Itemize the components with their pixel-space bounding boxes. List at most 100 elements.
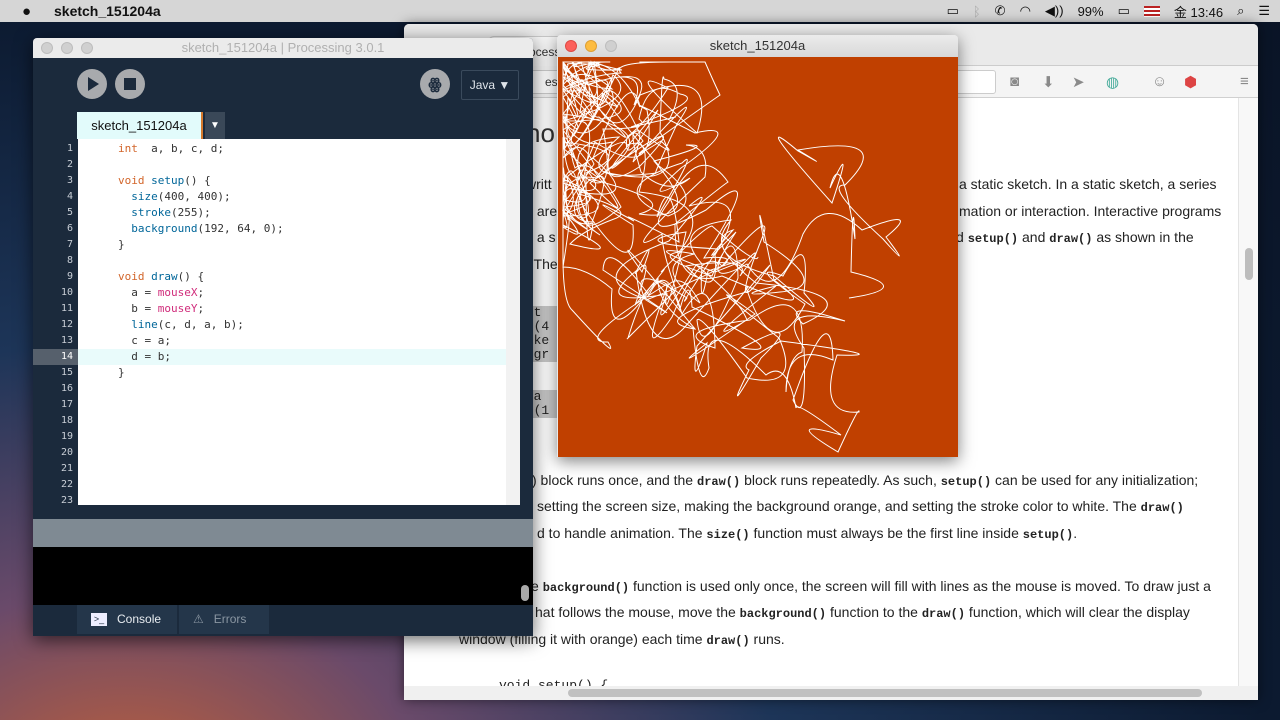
menu-icon[interactable]: ≡: [1240, 73, 1249, 90]
code-token: b =: [118, 302, 158, 315]
code-line[interactable]: }: [78, 365, 506, 381]
sketch-canvas[interactable]: [558, 57, 958, 457]
battery-percent[interactable]: 99%: [1078, 4, 1104, 19]
apple-icon[interactable]: ●: [22, 3, 31, 20]
code-line[interactable]: a = mouseX;: [78, 285, 506, 301]
phone-icon[interactable]: ✆: [995, 3, 1006, 19]
line-number: 4: [66, 191, 73, 202]
code-token: c = a;: [118, 334, 171, 347]
code-line[interactable]: [78, 157, 506, 173]
code-token: (400, 400);: [157, 190, 231, 203]
code-line[interactable]: [78, 445, 506, 461]
download-icon[interactable]: ⬇: [1042, 73, 1055, 91]
line-number: 1: [66, 143, 73, 154]
send-icon[interactable]: ➤: [1072, 73, 1085, 91]
code-line[interactable]: int a, b, c, d;: [78, 141, 506, 157]
editor-tabs: sketch_151204a ▼: [33, 110, 533, 139]
wifi-icon[interactable]: ◠: [1020, 3, 1031, 19]
code-line[interactable]: [78, 429, 506, 445]
code-token: size: [131, 190, 158, 203]
code-line[interactable]: [78, 461, 506, 477]
processing-window: sketch_151204a | Processing 3.0.1 ꙮ Java…: [33, 38, 533, 636]
code-line[interactable]: d = b;: [78, 349, 506, 365]
code-area[interactable]: int a, b, c, d; void setup() { size(400, …: [78, 139, 506, 505]
input-flag-icon[interactable]: [1143, 5, 1160, 17]
chat-icon[interactable]: ☺: [1152, 73, 1167, 90]
line-number: 20: [60, 447, 73, 458]
code-token: }: [118, 238, 125, 251]
code-line[interactable]: background(192, 64, 0);: [78, 221, 506, 237]
notification-center-icon[interactable]: ☰: [1258, 3, 1270, 19]
paragraph-line: d to handle animation. The size() functi…: [537, 525, 1078, 542]
code-line[interactable]: [78, 253, 506, 269]
tab-menu-button[interactable]: ▼: [205, 112, 225, 139]
code-token: ;: [197, 286, 205, 299]
spotlight-icon[interactable]: ⌕: [1237, 3, 1244, 19]
screen-mirroring-icon[interactable]: ▭: [947, 3, 959, 19]
butterfly-icon: ꙮ: [428, 76, 442, 93]
minimize-button[interactable]: [585, 40, 597, 52]
code-line[interactable]: line(c, d, a, b);: [78, 317, 506, 333]
battery-icon[interactable]: ▭: [1118, 3, 1130, 19]
paragraph-line: hat follows the mouse, move the backgrou…: [535, 604, 1190, 621]
code-token: ;: [197, 302, 205, 315]
tab-sketch[interactable]: sketch_151204a: [77, 112, 203, 139]
mode-selector[interactable]: Java ▼: [461, 70, 519, 100]
code-line[interactable]: [78, 397, 506, 413]
code-line[interactable]: [78, 493, 506, 509]
code-token: void: [118, 270, 152, 283]
code-editor[interactable]: 1 2 3 4 5 6 7 8 9 10 11 12 13 14 15 16 17 18 19 20 21 22 23 in…: [33, 139, 533, 506]
globe-icon[interactable]: ◍: [1106, 73, 1119, 91]
zoom-button[interactable]: [605, 40, 617, 52]
paragraph-line: e background() function is used only onc…: [531, 578, 1211, 595]
console-tab[interactable]: >_ Console: [77, 605, 177, 634]
line-number: 16: [60, 383, 73, 394]
debug-button[interactable]: ꙮ: [420, 69, 450, 99]
clock[interactable]: 金 13:46: [1174, 2, 1223, 21]
run-button[interactable]: [77, 69, 107, 99]
code-line[interactable]: [78, 413, 506, 429]
console-output: [33, 547, 533, 605]
code-line[interactable]: }: [78, 237, 506, 253]
bluetooth-icon[interactable]: ᛒ: [973, 4, 981, 19]
code-line[interactable]: void draw() {: [78, 269, 506, 285]
code-token: (192, 64, 0);: [197, 222, 284, 235]
close-button[interactable]: [565, 40, 577, 52]
code-line[interactable]: stroke(255);: [78, 205, 506, 221]
code-line[interactable]: c = a;: [78, 333, 506, 349]
line-number: 12: [60, 319, 73, 330]
code-line[interactable]: [78, 381, 506, 397]
line-number: 22: [60, 479, 73, 490]
code-token: int: [118, 142, 138, 155]
close-button[interactable]: [41, 42, 53, 54]
stop-button[interactable]: [115, 69, 145, 99]
errors-tab[interactable]: ⚠ Errors: [179, 605, 269, 634]
horizontal-scrollbar[interactable]: [404, 686, 1258, 700]
scrollbar-thumb[interactable]: [568, 689, 1202, 697]
code-token: (255);: [171, 206, 211, 219]
minimize-button[interactable]: [61, 42, 73, 54]
adblock-icon[interactable]: ⬢: [1184, 73, 1197, 91]
console-scrollbar[interactable]: [521, 585, 529, 601]
errors-tab-label: Errors: [213, 612, 247, 626]
vertical-scrollbar[interactable]: [1238, 98, 1258, 686]
app-menu[interactable]: sketch_151204a: [54, 3, 161, 19]
volume-icon[interactable]: ◀)): [1045, 3, 1064, 19]
zoom-button[interactable]: [81, 42, 93, 54]
line-number: 3: [66, 175, 73, 186]
scrollbar-thumb[interactable]: [1245, 248, 1253, 280]
code-line[interactable]: size(400, 400);: [78, 189, 506, 205]
pocket-icon[interactable]: ◙: [1010, 73, 1019, 90]
code-token: void: [118, 174, 152, 187]
code-token: () {: [177, 270, 205, 283]
sketch-window: sketch_151204a: [557, 35, 958, 457]
code-line[interactable]: b = mouseY;: [78, 301, 506, 317]
code-token: () {: [184, 174, 211, 187]
code-line[interactable]: [78, 477, 506, 493]
code-token: setup: [151, 174, 185, 187]
editor-scrollbar[interactable]: [506, 139, 520, 505]
code-line[interactable]: void setup() {: [78, 173, 506, 189]
text-line: a static sketch. In a static sketch, a s…: [959, 176, 1217, 192]
